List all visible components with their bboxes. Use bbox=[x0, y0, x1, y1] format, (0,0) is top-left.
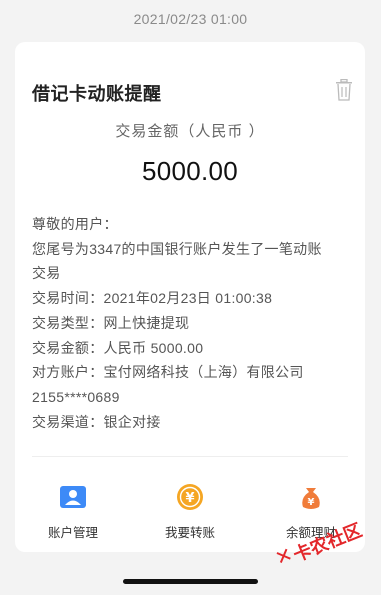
greeting-line: 尊敬的用户： bbox=[32, 216, 118, 232]
account-management-label: 账户管理 bbox=[47, 526, 98, 540]
message-body: 尊敬的用户： 您尾号为3347的中国银行账户发生了一笔动账 交易 交易时间：20… bbox=[32, 212, 352, 434]
transfer-button[interactable]: ¥ 我要转账 bbox=[140, 482, 240, 541]
transfer-icon: ¥ bbox=[177, 484, 203, 510]
message-line: 您尾号为3347的中国银行账户发生了一笔动账 bbox=[32, 240, 322, 257]
notification-card: 借记卡动账提醒 交易金额（人民币 ） 5000.00 尊敬的用户： 您尾号为33… bbox=[15, 42, 365, 552]
trash-icon[interactable] bbox=[335, 79, 353, 101]
message-timestamp: 2021/02/23 01:00 bbox=[133, 11, 248, 27]
svg-text:¥: ¥ bbox=[185, 491, 194, 506]
transaction-channel: 交易渠道：银企对接 bbox=[32, 413, 161, 430]
amount-value: 5000.00 bbox=[141, 156, 239, 186]
home-indicator[interactable] bbox=[123, 579, 258, 584]
transaction-time: 交易时间：2021年02月23日 01:00:38 bbox=[32, 290, 273, 307]
svg-text:¥: ¥ bbox=[308, 497, 315, 508]
counterparty-number: 2155****0689 bbox=[32, 388, 120, 405]
transaction-amount: 交易金额：人民币 5000.00 bbox=[32, 339, 204, 356]
transfer-label: 我要转账 bbox=[164, 526, 215, 540]
wealth-icon: ¥ bbox=[302, 488, 320, 509]
account-icon bbox=[60, 486, 86, 508]
message-line: 交易 bbox=[32, 265, 61, 282]
amount-label: 交易金额（人民币 ） bbox=[115, 123, 265, 140]
watermark-text: 卡农社区 bbox=[290, 519, 366, 567]
account-management-button[interactable]: 账户管理 bbox=[23, 482, 123, 541]
transaction-type: 交易类型：网上快捷提现 bbox=[32, 314, 190, 331]
counterparty-account: 对方账户：宝付网络科技（上海）有限公司 bbox=[32, 364, 304, 381]
card-title: 借记卡动账提醒 bbox=[32, 84, 162, 104]
divider bbox=[32, 456, 348, 457]
